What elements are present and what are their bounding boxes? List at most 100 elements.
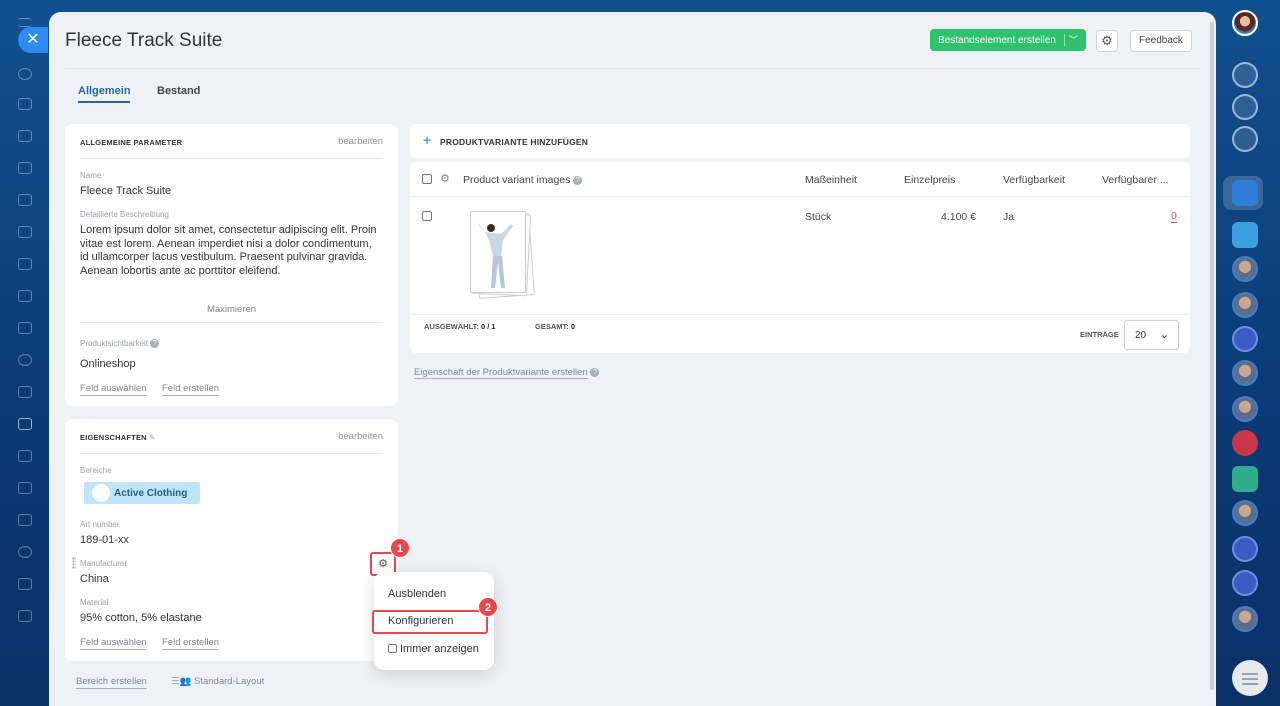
- group-chat-icon[interactable]: [1232, 536, 1258, 562]
- step-badge: 1: [390, 538, 410, 558]
- avatar[interactable]: [1232, 606, 1258, 632]
- menu-item-always-show[interactable]: Immer anzeigen: [388, 643, 479, 655]
- shop-icon[interactable]: [18, 578, 32, 590]
- select-field-link[interactable]: Feld auswählen: [80, 637, 147, 650]
- column-header[interactable]: Product variant images ?: [463, 174, 583, 186]
- pencil-icon[interactable]: ✎: [149, 433, 155, 442]
- create-section-link[interactable]: Bereich erstellen: [76, 676, 147, 689]
- chevron-down-icon[interactable]: ﹀: [1069, 33, 1078, 46]
- add-variant-bar[interactable]: + PRODUKTVARIANTE HINZUFÜGEN: [410, 124, 1190, 158]
- reports-icon[interactable]: [18, 482, 32, 494]
- timeman-icon[interactable]: [1232, 94, 1258, 120]
- standard-layout-link[interactable]: ☰👥 Standard-Layout: [171, 676, 264, 687]
- create-stock-element-button[interactable]: Bestandselement erstellen ﹀: [930, 29, 1086, 51]
- news-icon[interactable]: [18, 98, 32, 110]
- settings-icon[interactable]: [18, 610, 32, 622]
- card-title: ALLGEMEINE PARAMETER: [80, 138, 183, 147]
- general-chat-icon[interactable]: [1232, 222, 1258, 248]
- menu-item-hide[interactable]: Ausblenden: [388, 588, 446, 600]
- availability-cell: Ja: [1003, 211, 1015, 223]
- analytics-icon[interactable]: [18, 546, 32, 558]
- field-label: Manufacturer: [80, 559, 128, 568]
- documents-icon[interactable]: [18, 194, 32, 206]
- entries-select[interactable]: 20 ⌄: [1124, 320, 1179, 350]
- right-sidebar: [1216, 0, 1280, 706]
- avatar[interactable]: [1232, 500, 1258, 526]
- unit-cell: Stück: [805, 211, 832, 223]
- calendar-icon[interactable]: [18, 162, 32, 174]
- market-icon[interactable]: [18, 514, 32, 526]
- step-badge: 2: [478, 597, 498, 617]
- mail-icon[interactable]: [18, 290, 32, 302]
- general-params-card: ALLGEMEINE PARAMETER bearbeiten Name Fle…: [65, 124, 398, 406]
- product-image[interactable]: [470, 211, 535, 299]
- edit-link[interactable]: bearbeiten: [338, 431, 383, 442]
- chat-icon[interactable]: [18, 130, 32, 142]
- field-label: Bereiche: [80, 466, 112, 475]
- sites-icon[interactable]: [18, 386, 32, 398]
- active-tab-indicator: [78, 101, 130, 103]
- channel-icon[interactable]: [1232, 466, 1258, 492]
- maximize-link[interactable]: Maximieren: [65, 304, 398, 315]
- section-tag[interactable]: Active Clothing: [84, 482, 200, 504]
- plus-icon: +: [423, 132, 432, 148]
- help-icon[interactable]: ?: [573, 175, 583, 185]
- available-qty-cell[interactable]: 0: [1171, 211, 1177, 223]
- messenger-icon[interactable]: [1232, 126, 1258, 152]
- column-header[interactable]: Einzelpreis: [904, 174, 955, 186]
- create-field-link[interactable]: Feld erstellen: [162, 637, 220, 650]
- group-chat-icon[interactable]: [1232, 570, 1258, 596]
- tab-bestand[interactable]: Bestand: [157, 85, 200, 97]
- contacts-icon[interactable]: [18, 322, 32, 334]
- select-field-link[interactable]: Feld auswählen: [80, 383, 147, 396]
- price-cell: 4.100 €: [941, 211, 977, 223]
- column-header[interactable]: Maßeinheit: [805, 174, 857, 186]
- avatar[interactable]: [1232, 292, 1258, 318]
- avatar[interactable]: [1232, 256, 1258, 282]
- field-label: Material: [80, 598, 109, 607]
- tab-allgemein[interactable]: Allgemein: [78, 85, 131, 97]
- fade-overlay: [80, 274, 380, 288]
- menu-item-configure[interactable]: Konfigurieren: [388, 615, 453, 627]
- user-avatar[interactable]: [1232, 10, 1258, 36]
- context-menu: Ausblenden Konfigurieren Immer anzeigen: [372, 572, 494, 670]
- avatar[interactable]: [1232, 360, 1258, 386]
- visibility-value: Onlineshop: [80, 358, 136, 370]
- drag-handle[interactable]: [72, 557, 76, 569]
- scrollbar[interactable]: [1210, 22, 1214, 690]
- close-slider-button[interactable]: ✕: [18, 27, 48, 53]
- avatar[interactable]: [1232, 396, 1258, 422]
- bookmark-icon[interactable]: [1232, 180, 1258, 206]
- footer-divider: [410, 314, 1190, 315]
- row-checkbox[interactable]: [422, 211, 432, 221]
- gear-icon[interactable]: ⚙: [440, 172, 450, 185]
- create-field-link[interactable]: Feld erstellen: [162, 383, 220, 396]
- activity-icon[interactable]: [18, 68, 32, 80]
- tasks-icon[interactable]: [18, 226, 32, 238]
- automation-icon[interactable]: [18, 354, 32, 366]
- image-stack-card: [470, 211, 526, 293]
- edit-link[interactable]: bearbeiten: [338, 136, 383, 147]
- chat-menu-icon[interactable]: [1232, 660, 1268, 696]
- column-header[interactable]: Verfügbarer ...: [1102, 174, 1169, 186]
- inventory-icon[interactable]: [18, 450, 32, 462]
- column-header[interactable]: Verfügbarkeit: [1003, 174, 1065, 186]
- avatar[interactable]: [1232, 430, 1258, 456]
- catalog-icon[interactable]: [18, 418, 32, 430]
- create-variant-property-link[interactable]: Eigenschaft der Produktvariante erstelle…: [414, 367, 600, 379]
- page-title: Fleece Track Suite: [65, 30, 223, 51]
- group-chat-icon[interactable]: [1232, 326, 1258, 352]
- field-label: Detaillierte Beschreibung: [80, 210, 169, 219]
- help-icon[interactable]: ?: [150, 339, 160, 349]
- menu-icon[interactable]: [18, 18, 32, 27]
- notifications-icon[interactable]: [1232, 62, 1258, 88]
- feedback-button[interactable]: Feedback: [1130, 30, 1192, 52]
- gear-icon[interactable]: ⚙: [1096, 30, 1118, 52]
- help-icon[interactable]: ?: [590, 367, 600, 377]
- variants-grid: ⚙ Product variant images ? Maßeinheit Ei…: [410, 162, 1190, 353]
- always-show-checkbox[interactable]: [388, 644, 397, 653]
- crm-icon[interactable]: [18, 258, 32, 270]
- select-all-checkbox[interactable]: [422, 174, 432, 184]
- manufacturer-value: China: [80, 573, 109, 585]
- left-sidebar: [0, 0, 48, 706]
